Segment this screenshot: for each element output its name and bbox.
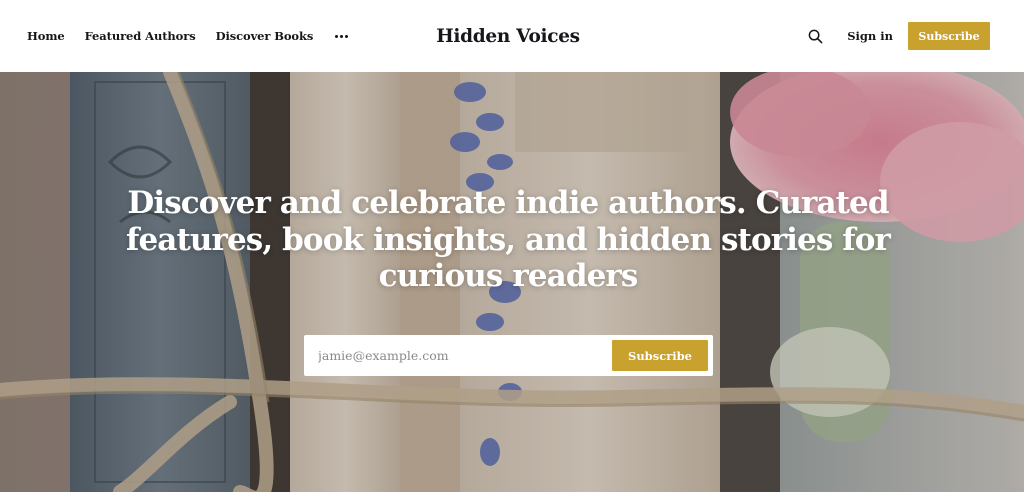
header-subscribe-button[interactable]: Subscribe xyxy=(908,22,990,50)
nav-home[interactable]: Home xyxy=(27,29,65,43)
header-actions: Sign in Subscribe xyxy=(805,0,990,72)
hero-subscribe-button[interactable]: Subscribe xyxy=(612,340,708,371)
email-input[interactable] xyxy=(304,335,612,376)
ellipsis-icon[interactable] xyxy=(335,34,349,38)
nav-featured-authors[interactable]: Featured Authors xyxy=(85,29,196,43)
hero-section: Discover and celebrate indie authors. Cu… xyxy=(0,72,1024,492)
main-nav: Home Featured Authors Discover Books xyxy=(27,0,349,72)
search-icon[interactable] xyxy=(805,26,825,46)
hero-headline: Discover and celebrate indie authors. Cu… xyxy=(126,185,891,294)
site-title[interactable]: Hidden Voices xyxy=(436,26,580,47)
site-header: Home Featured Authors Discover Books Hid… xyxy=(0,0,1024,72)
nav-discover-books[interactable]: Discover Books xyxy=(216,29,314,43)
newsletter-signup-form: Subscribe xyxy=(304,335,713,376)
sign-in-link[interactable]: Sign in xyxy=(847,29,893,43)
